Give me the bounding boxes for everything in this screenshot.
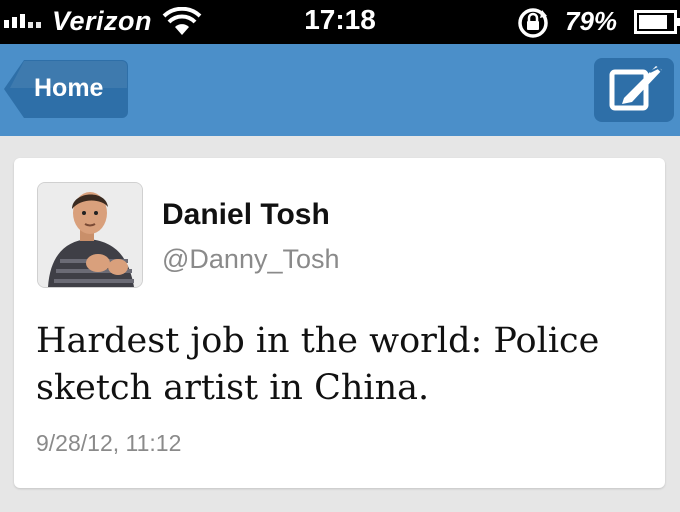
avatar[interactable] bbox=[37, 182, 143, 288]
display-name[interactable]: Daniel Tosh bbox=[162, 198, 330, 232]
battery-percent: 79% bbox=[565, 6, 618, 36]
navigation-bar: Home bbox=[0, 44, 680, 136]
compose-icon bbox=[594, 58, 674, 122]
rotation-lock-icon bbox=[518, 8, 548, 38]
home-back-button[interactable]: Home bbox=[4, 60, 128, 118]
profile-photo bbox=[38, 183, 142, 287]
compose-button[interactable] bbox=[594, 58, 674, 122]
tweet-timestamp: 9/28/12, 11:12 bbox=[36, 430, 182, 456]
status-bar: Verizon 17:18 79% bbox=[0, 0, 680, 44]
tweet-card[interactable]: Daniel Tosh @Danny_Tosh Hardest job in t… bbox=[14, 158, 665, 488]
tweet-text: Hardest job in the world: Police sketch … bbox=[36, 321, 600, 408]
battery-icon bbox=[634, 10, 680, 34]
back-button-label: Home bbox=[34, 74, 104, 102]
user-handle[interactable]: @Danny_Tosh bbox=[162, 244, 340, 275]
